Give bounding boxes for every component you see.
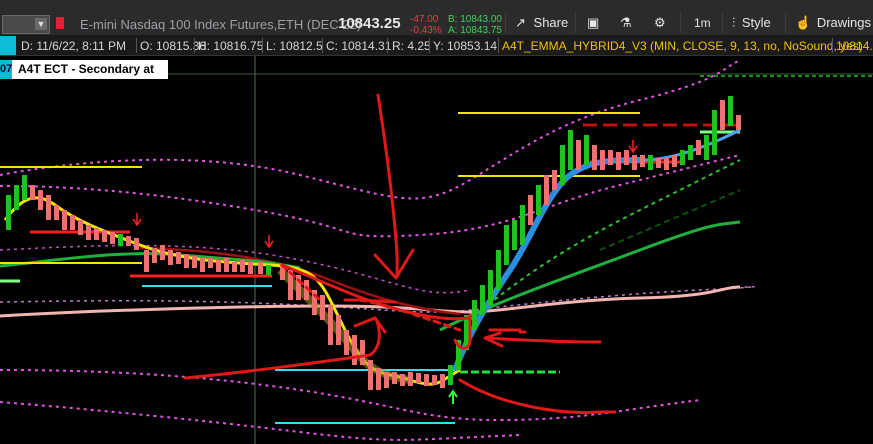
bid-ask: B: 10843.00 A: 10843.75 [448,14,502,36]
ask-value: A: 10843.75 [448,25,502,36]
bar-low: L: 10812.5 [266,39,323,53]
chart-settings-button[interactable]: ▣ [587,13,599,33]
price-change: -47.00 -0.43% [410,14,442,36]
ohlc-info-bar: D: 11/6/22, 8:11 PM O: 10815.36 H: 10816… [0,36,873,56]
bar-range: R: 4.25 [392,39,431,53]
study-name: A4T ECT - Secondary at 1m [18,62,155,95]
settings-button[interactable]: ⚙ [654,13,666,33]
flask-icon: ⚗ [620,15,632,30]
bar-date: D: 11/6/22, 8:11 PM [21,39,126,53]
hand-pointer-icon: ☝ [795,15,812,30]
drawings-label: Drawings [816,15,871,30]
share-icon: ↗ [515,15,526,30]
style-icon: ⫶ [732,15,736,30]
chevron-down-icon[interactable]: ▼ [35,18,47,30]
share-button[interactable]: ↗ Share [515,13,568,33]
toolbar-divider [722,13,723,33]
toolbar-divider [785,13,786,33]
toolbar-divider [505,13,506,33]
bar-close: C: 10814.31 [326,39,392,53]
gear-icon: ⚙ [654,15,666,30]
bar-open: O: 10815.36 [140,39,207,53]
bid-value: B: 10843.00 [448,14,502,25]
timeframe-button[interactable]: 1m [694,13,711,33]
last-price: 10843.25 [338,15,401,32]
share-label: Share [533,15,569,30]
style-label: Style [741,15,771,30]
trash-icon[interactable] [56,17,64,29]
drawings-button[interactable]: ☝ Drawings [795,13,871,33]
study-value: 10814.9 [836,39,873,53]
crosshair-y: Y: 10853.14 [433,39,498,53]
top-toolbar: ▼ E-mini Nasdaq 100 Index Futures,ETH (D… [0,0,873,36]
study-number: 07 [0,60,12,79]
bar-high: H: 10816.75 [198,39,264,53]
study-label: A4T_EMMA_HYBRID4_V3 (MIN, CLOSE, 9, 13, … [502,39,863,53]
net-change: -47.00 [410,14,439,25]
studies-button[interactable]: ⚗ [620,13,632,33]
current-bar-marker [0,36,16,55]
chart-icon: ▣ [587,15,600,30]
style-button[interactable]: ⫶ Style [732,13,771,33]
pct-change: -0.43% [410,25,442,36]
instrument-name: E-mini Nasdaq 100 Index Futures,ETH (DEC… [80,17,362,32]
price-chart[interactable] [0,56,873,444]
toolbar-divider [680,13,681,33]
toolbar-divider [575,13,576,33]
study-label-tag[interactable]: 07 A4T ECT - Secondary at 1m [0,60,168,95]
